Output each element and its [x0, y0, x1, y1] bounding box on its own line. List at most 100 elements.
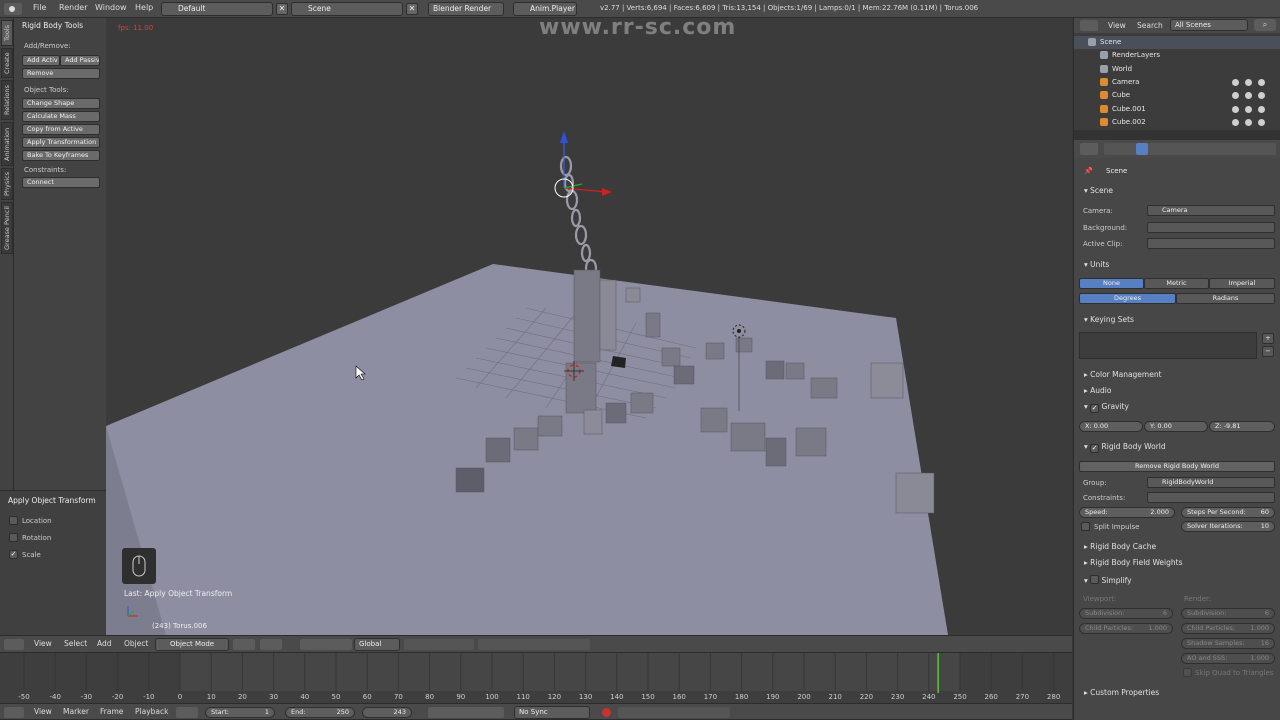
color-management-header[interactable]: ▸ Color Management [1084, 370, 1162, 379]
render-subdivision-field[interactable]: Subdivision: 6 [1181, 608, 1275, 619]
bake-to-keyframes-button[interactable]: Bake To Keyframes [22, 150, 100, 161]
connect-button[interactable]: Connect [22, 177, 100, 188]
active-clip-field[interactable] [1147, 238, 1275, 249]
menu-view[interactable]: View [34, 639, 52, 648]
editor-type-icon[interactable] [4, 639, 24, 650]
eye-icon[interactable] [1232, 105, 1239, 113]
tab-create[interactable]: Create [1, 48, 13, 78]
mode-select[interactable]: Object Mode [155, 638, 229, 651]
menu-add[interactable]: Add [97, 639, 112, 648]
editor-type-icon[interactable] [4, 707, 24, 718]
eye-icon[interactable] [1232, 118, 1239, 126]
pivot-select[interactable] [260, 639, 282, 650]
viewport-child-particles-field[interactable]: Child Particles: 1.000 [1079, 623, 1173, 634]
outliner-item[interactable]: Camera [1074, 76, 1280, 89]
units-metric-button[interactable]: Metric [1144, 278, 1209, 289]
eye-icon[interactable] [1232, 92, 1239, 100]
snap-tools[interactable] [478, 639, 590, 650]
solver-iterations-field[interactable]: Solver Iterations: 10 [1181, 521, 1275, 532]
rigid-body-tools-title[interactable]: Rigid Body Tools [22, 21, 83, 30]
eye-icon[interactable] [1232, 78, 1239, 86]
apply-transformation-button[interactable]: Apply Transformation [22, 137, 100, 148]
anim-player-button[interactable]: Anim.Player [513, 2, 577, 16]
skip-quad-checkbox[interactable] [1183, 668, 1192, 677]
cursor-icon[interactable] [1245, 105, 1252, 113]
menu-view[interactable]: View [1108, 21, 1126, 30]
menu-search[interactable]: Search [1137, 21, 1163, 30]
end-frame-field[interactable]: End: 250 [285, 707, 355, 718]
keying-sets-header[interactable]: ▾ Keying Sets [1084, 315, 1134, 324]
rigid-body-cache-header[interactable]: ▸ Rigid Body Cache [1084, 542, 1156, 551]
screen-layout-field[interactable]: Default [161, 2, 273, 16]
timeline-ruler[interactable]: -50 -40 -30 -20 -10 0 10 20 30 40 50 60 70 80 90 100 110… [0, 653, 1072, 703]
menu-view[interactable]: View [34, 707, 52, 716]
add-icon[interactable]: + [1262, 333, 1274, 344]
context-buttons[interactable] [1104, 143, 1276, 155]
record-icon[interactable] [602, 708, 611, 717]
custom-properties-header[interactable]: ▸ Custom Properties [1084, 688, 1159, 697]
steps-per-second-field[interactable]: Steps Per Second: 60 [1181, 507, 1275, 518]
3d-viewport[interactable]: fps: 11.00 www.rr-sc.com Last: Apply Obj… [106, 18, 1072, 635]
sync-select[interactable]: No Sync [514, 706, 590, 719]
units-panel-header[interactable]: ▾ Units [1084, 260, 1109, 269]
shading-select[interactable] [233, 639, 255, 650]
audio-header[interactable]: ▸ Audio [1084, 386, 1111, 395]
render-engine-select[interactable]: Blender Render [428, 2, 504, 16]
simplify-checkbox[interactable] [1090, 575, 1100, 584]
menu-object[interactable]: Object [124, 639, 148, 648]
menu-help[interactable]: Help [135, 3, 153, 12]
outliner-item[interactable]: Cube.001 [1074, 103, 1280, 116]
add-active-button[interactable]: Add Activ [22, 55, 60, 66]
gravity-checkbox[interactable]: ✓ [1090, 404, 1100, 413]
camera-field[interactable]: Camera [1147, 205, 1275, 216]
tab-tools[interactable]: Tools [1, 20, 13, 46]
copy-from-active-button[interactable]: Copy from Active [22, 124, 100, 135]
ao-sss-field[interactable]: AO and SSS: 1.000 [1181, 653, 1275, 664]
layer-buttons[interactable] [404, 639, 474, 650]
calculate-mass-button[interactable]: Calculate Mass [22, 111, 100, 122]
radians-button[interactable]: Radians [1176, 293, 1275, 304]
change-shape-button[interactable]: Change Shape [22, 98, 100, 109]
current-frame-field[interactable]: 243 [362, 707, 412, 718]
split-impulse-checkbox[interactable] [1081, 522, 1090, 531]
add-passive-button[interactable]: Add Passiv [60, 55, 100, 66]
gravity-y-field[interactable]: Y: 0.00 [1144, 421, 1208, 432]
tab-physics[interactable]: Physics [1, 168, 13, 200]
camera-render-icon[interactable] [1258, 118, 1265, 126]
camera-render-icon[interactable] [1258, 78, 1265, 86]
menu-select[interactable]: Select [64, 639, 87, 648]
cursor-icon[interactable] [1245, 92, 1252, 100]
gravity-header[interactable]: ▾ ✓ Gravity [1084, 402, 1129, 413]
outliner-item[interactable]: Scene [1074, 36, 1280, 49]
field-weights-header[interactable]: ▸ Rigid Body Field Weights [1084, 558, 1183, 567]
speed-field[interactable]: Speed: 2.000 [1079, 507, 1175, 518]
remove-rigid-body-world-button[interactable]: Remove Rigid Body World [1079, 461, 1275, 472]
rigid-body-world-header[interactable]: ▾ ✓ Rigid Body World [1084, 442, 1166, 453]
menu-frame[interactable]: Frame [100, 707, 123, 716]
render-child-particles-field[interactable]: Child Particles: 1.000 [1181, 623, 1275, 634]
close-icon[interactable]: ✕ [406, 3, 418, 15]
rotation-checkbox[interactable] [9, 533, 18, 542]
orientation-select[interactable]: Global [354, 638, 400, 651]
scene-panel-header[interactable]: ▾ Scene [1084, 186, 1113, 195]
outliner-item[interactable]: Cube.002 [1074, 116, 1280, 129]
tab-grease-pencil[interactable]: Grease Pencil [1, 202, 13, 254]
gravity-x-field[interactable]: X: 0.00 [1079, 421, 1143, 432]
keying-tools[interactable] [618, 707, 730, 718]
pin-icon[interactable]: 📌 [1084, 167, 1093, 175]
scene-field[interactable]: Scene [291, 2, 403, 16]
group-field[interactable]: RigidBodyWorld [1147, 477, 1275, 488]
manipulator-toggles[interactable] [300, 639, 352, 650]
editor-type-icon[interactable] [4, 3, 22, 15]
cursor-icon[interactable] [1245, 78, 1252, 86]
viewport-subdivision-field[interactable]: Subdivision: 6 [1079, 608, 1173, 619]
cursor-icon[interactable] [1245, 118, 1252, 126]
units-imperial-button[interactable]: Imperial [1209, 278, 1275, 289]
gravity-z-field[interactable]: Z: -9.81 [1209, 421, 1275, 432]
display-mode-select[interactable]: All Scenes [1170, 19, 1248, 31]
menu-file[interactable]: File [33, 3, 46, 12]
rigid-body-world-checkbox[interactable]: ✓ [1090, 444, 1100, 453]
camera-render-icon[interactable] [1258, 92, 1265, 100]
menu-marker[interactable]: Marker [63, 707, 89, 716]
search-icon[interactable]: ⌕ [1254, 19, 1276, 31]
